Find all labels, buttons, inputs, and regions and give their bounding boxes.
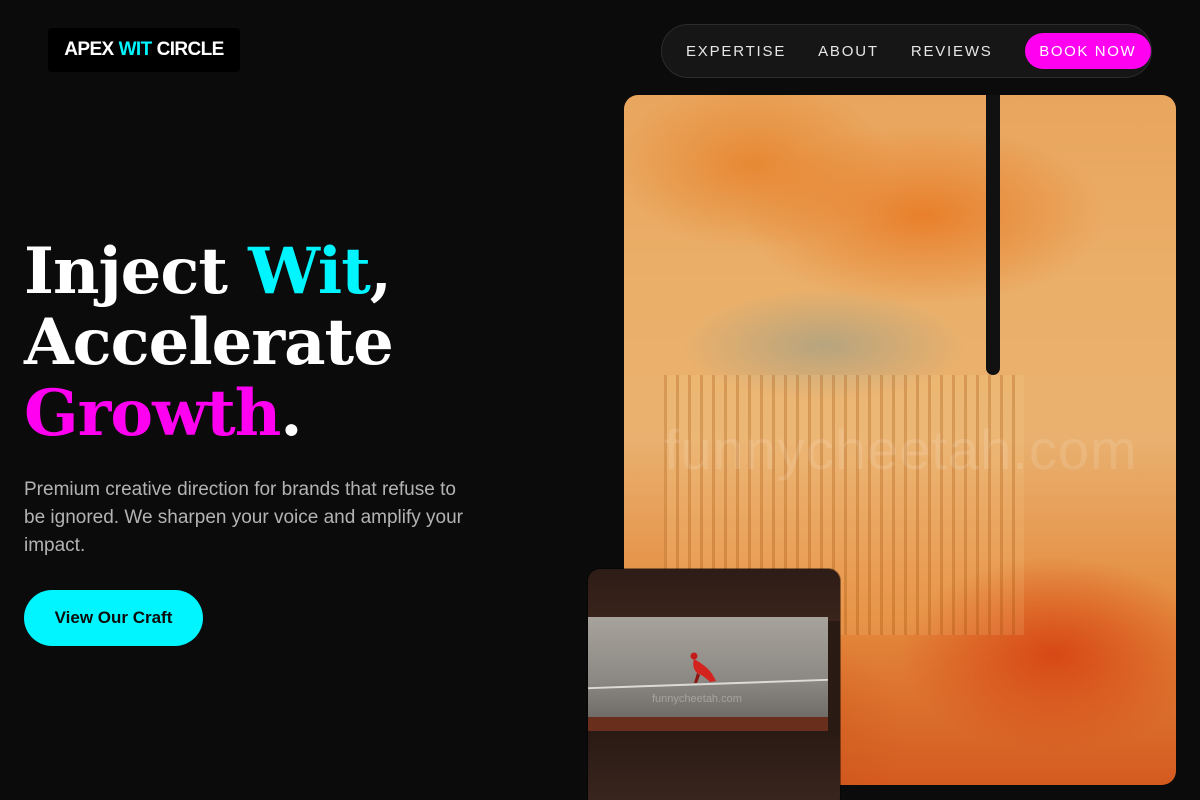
dancer-photo-image: funnycheetah.com xyxy=(588,569,840,800)
logo-text-wit: WIT xyxy=(118,39,153,60)
view-our-craft-button[interactable]: View Our Craft xyxy=(24,590,203,646)
nav-link-expertise[interactable]: EXPERTISE xyxy=(686,43,786,60)
headline-inject: Inject xyxy=(24,234,249,309)
headline-period: . xyxy=(280,376,302,451)
painting-black-stroke xyxy=(986,95,1000,375)
brand-logo[interactable]: APEX WIT CIRCLE xyxy=(48,28,240,72)
dancer-figure xyxy=(690,652,716,683)
headline-comma: , xyxy=(369,234,392,309)
headline-line-1: Inject Wit, xyxy=(24,234,392,309)
photo-ledge xyxy=(588,717,828,731)
headline-growth: Growth xyxy=(24,376,281,451)
headline-wit: Wit xyxy=(248,234,371,309)
photo-lower-wall xyxy=(588,731,840,800)
hero-headline: Inject Wit, Accelerate Growth. xyxy=(24,234,394,451)
nav-link-about[interactable]: ABOUT xyxy=(818,43,879,60)
logo-text-circle: CIRCLE xyxy=(156,39,225,60)
nav-link-reviews[interactable]: REVIEWS xyxy=(911,43,993,60)
book-now-button[interactable]: BOOK NOW xyxy=(1024,33,1151,69)
image-watermark: funnycheetah.com xyxy=(664,418,1138,481)
headline-accelerate: Accelerate xyxy=(24,305,394,380)
headline-line-3: Growth. xyxy=(24,376,303,451)
photo-ceiling xyxy=(588,569,840,621)
hero-subtext: Premium creative direction for brands th… xyxy=(24,479,464,556)
main-nav: EXPERTISE ABOUT REVIEWS BOOK NOW xyxy=(661,24,1152,78)
photo-watermark: funnycheetah.com xyxy=(652,693,742,705)
logo-text-apex: APEX xyxy=(64,39,114,60)
